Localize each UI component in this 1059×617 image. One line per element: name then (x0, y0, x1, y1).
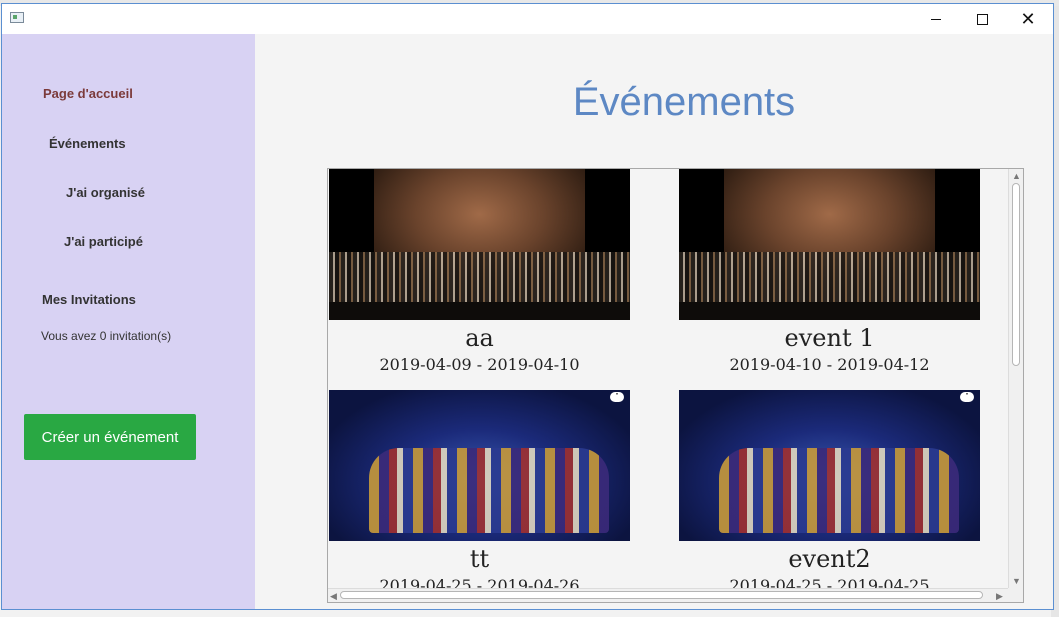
theater-stage-image[interactable]: ” (679, 390, 980, 541)
nav-participated-link[interactable]: J'ai participé (64, 234, 143, 249)
event-card[interactable]: ” event2 2019-04-25 - 2019-04-25 (679, 390, 980, 595)
event-name[interactable]: event2 (679, 545, 980, 573)
scroll-right-icon[interactable]: ▶ (996, 590, 1003, 602)
horizontal-scroll-thumb[interactable] (340, 591, 983, 599)
minimize-button[interactable] (913, 4, 959, 34)
app-window-icon (10, 12, 24, 23)
scroll-left-icon[interactable]: ◀ (330, 590, 337, 602)
nav-home-link[interactable]: Page d'accueil (43, 86, 133, 101)
actors-group (719, 448, 959, 533)
horizontal-scrollbar[interactable]: ◀ ▶ (328, 588, 1009, 602)
maximize-icon (976, 13, 988, 25)
vertical-scrollbar[interactable]: ▲ ▼ (1008, 169, 1023, 589)
invitation-count-text: Vous avez 0 invitation(s) (41, 329, 172, 343)
theater-stage-image[interactable]: ” (329, 390, 630, 541)
vertical-scroll-thumb[interactable] (1012, 183, 1020, 366)
image-badge-icon: ” (610, 392, 624, 402)
event-card[interactable]: ” tt 2019-04-25 - 2019-04-26 (329, 390, 630, 595)
image-badge-icon: ” (960, 392, 974, 402)
event-dates: 2019-04-10 - 2019-04-12 (729, 355, 930, 374)
event-dates: 2019-04-09 - 2019-04-10 (379, 355, 580, 374)
event-name[interactable]: aa (329, 324, 630, 352)
scroll-down-icon[interactable]: ▼ (1012, 575, 1021, 587)
sidebar: Page d'accueil Événements J'ai organisé … (2, 34, 255, 609)
maximize-button[interactable] (959, 4, 1005, 34)
event-name[interactable]: event 1 (679, 324, 980, 352)
stage-floor (679, 302, 980, 320)
scroll-corner (1008, 588, 1023, 602)
nav-events-link[interactable]: Événements (49, 136, 126, 151)
close-icon: ✕ (1020, 9, 1036, 29)
event-card[interactable]: aa 2019-04-09 - 2019-04-10 (329, 169, 630, 374)
minimize-icon (931, 18, 941, 20)
orchestra-musicians (329, 252, 630, 302)
app-window: ✕ Page d'accueil Événements J'ai organis… (1, 3, 1054, 610)
actors-group (369, 448, 609, 533)
nav-organized-link[interactable]: J'ai organisé (66, 185, 145, 200)
event-name[interactable]: tt (329, 545, 630, 573)
event-card[interactable]: event 1 2019-04-10 - 2019-04-12 (679, 169, 980, 374)
create-event-button[interactable]: Créer un événement (24, 414, 196, 460)
orchestra-musicians (679, 252, 980, 302)
orchestra-concert-image[interactable] (329, 169, 630, 320)
title-bar[interactable]: ✕ (2, 4, 1053, 34)
close-button[interactable]: ✕ (1005, 4, 1051, 34)
orchestra-concert-image[interactable] (679, 169, 980, 320)
scroll-up-icon[interactable]: ▲ (1012, 170, 1021, 182)
nav-invitations-link[interactable]: Mes Invitations (42, 292, 136, 307)
page-title: Événements (572, 80, 796, 124)
stage-floor (329, 302, 630, 320)
events-scroll-pane[interactable]: aa 2019-04-09 - 2019-04-10 event 1 2019-… (327, 168, 1024, 603)
